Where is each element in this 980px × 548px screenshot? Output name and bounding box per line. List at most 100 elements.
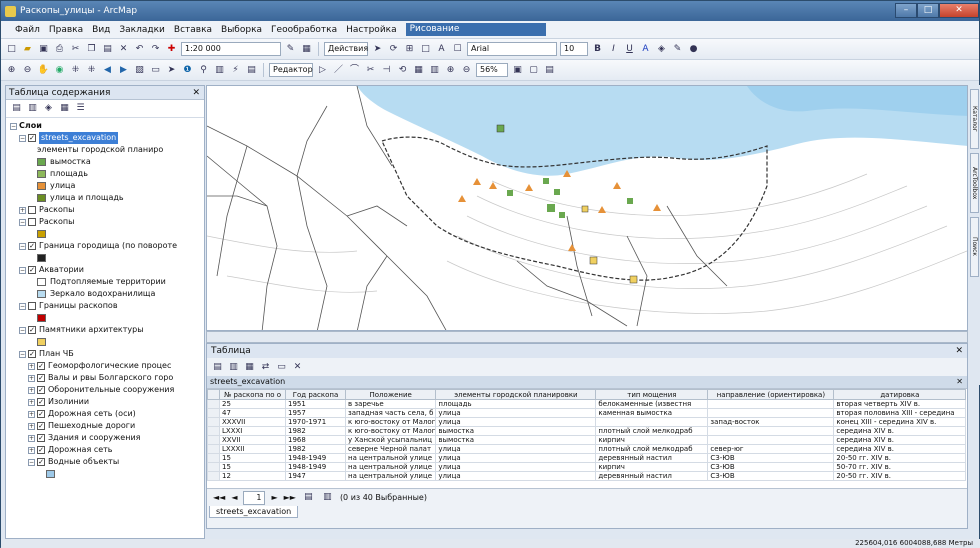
line-color-icon[interactable]: ✎ <box>671 43 684 56</box>
row-selector[interactable] <box>207 399 220 409</box>
toc-layer-item[interactable]: Зеркало водохранилища <box>10 288 204 300</box>
layout-zoom-in-icon[interactable]: ⊕ <box>444 64 457 77</box>
collapse-icon[interactable]: − <box>19 266 26 274</box>
table-options-icon[interactable]: ▤ <box>211 361 224 374</box>
column-header[interactable]: Положение <box>344 389 437 400</box>
toc-layer-item[interactable]: − Раскопы <box>10 216 204 228</box>
layer-visibility-checkbox[interactable]: ✓ <box>37 374 45 382</box>
clear-selection-icon[interactable]: ▭ <box>149 64 162 77</box>
layer-visibility-checkbox[interactable]: ✓ <box>28 242 36 250</box>
toc-layer-item[interactable]: элементы городской планиро <box>10 144 204 156</box>
table-cell[interactable]: у Ханской усыпальниц <box>344 435 437 445</box>
table-cell[interactable]: вторая половина XIII - середина <box>833 408 967 418</box>
table-cell[interactable]: кирпич <box>595 435 709 445</box>
row-selector[interactable] <box>207 426 220 436</box>
table-row[interactable]: LXXXII 1982 северне Черной палат улица плотн… <box>207 444 967 454</box>
layer-visibility-checkbox[interactable]: ✓ <box>37 458 45 466</box>
expand-icon[interactable]: + <box>28 410 35 418</box>
close-button[interactable]: ✕ <box>939 3 979 18</box>
row-selector[interactable] <box>207 435 220 445</box>
table-cell[interactable] <box>707 435 835 445</box>
add-data-icon[interactable]: ✚ <box>165 43 178 56</box>
menu-bookmarks[interactable]: Закладки <box>119 25 165 35</box>
map-canvas[interactable] <box>207 86 968 331</box>
table-cell[interactable]: улица <box>435 471 597 481</box>
next-record-button[interactable]: ► <box>271 493 277 502</box>
table-cell[interactable] <box>707 399 835 409</box>
scale-combo[interactable]: 1:20 000 <box>181 42 281 56</box>
rectangle-icon[interactable]: □ <box>419 43 432 56</box>
zoom-in-icon[interactable]: ⊕ <box>5 64 18 77</box>
list-by-source-icon[interactable]: ▥ <box>26 102 39 115</box>
layout-zoom-out-icon[interactable]: ⊖ <box>460 64 473 77</box>
table-cell[interactable]: 20-50 гг. XIV в. <box>833 453 967 463</box>
draw-actions-menu[interactable]: Действия <box>324 42 368 56</box>
column-header[interactable]: направление (ориентировка) <box>707 389 835 400</box>
layer-visibility-checkbox[interactable]: ✓ <box>37 410 45 418</box>
delete-selected-icon[interactable]: ✕ <box>291 361 304 374</box>
toc-layer-item[interactable] <box>10 336 204 348</box>
html-popup-icon[interactable]: ▤ <box>245 64 258 77</box>
column-header[interactable]: тип мощения <box>595 389 709 400</box>
forward-extent-icon[interactable]: ▶ <box>117 64 130 77</box>
table-cell[interactable]: 1968 <box>285 435 346 445</box>
font-size-combo[interactable]: 10 <box>560 42 588 56</box>
maximize-button[interactable]: □ <box>917 3 939 18</box>
table-cell[interactable]: улица <box>435 462 597 472</box>
table-cell[interactable]: 1948-1949 <box>285 453 346 463</box>
toc-layer-item[interactable] <box>10 228 204 240</box>
table-row[interactable]: 15 1948-1949 на центральной улице улица кирп… <box>207 462 967 472</box>
minimize-button[interactable]: – <box>895 3 917 18</box>
table-cell[interactable]: 1957 <box>285 408 346 418</box>
change-layout-icon[interactable]: ▤ <box>543 64 556 77</box>
toc-layer-item[interactable]: Подтопляемые территории <box>10 276 204 288</box>
table-close-icon[interactable]: ✕ <box>955 344 967 358</box>
toc-layer-item[interactable]: улица и площадь <box>10 192 204 204</box>
menu-geoprocessing[interactable]: Геообработка <box>271 25 337 35</box>
table-cell[interactable]: 1970-1971 <box>285 417 346 427</box>
row-selector[interactable] <box>207 444 220 454</box>
row-selector[interactable] <box>207 462 220 472</box>
toc-layer-item[interactable] <box>10 252 204 264</box>
font-color-icon[interactable]: A <box>639 43 652 56</box>
toc-layer-item[interactable]: − ✓ Граница городища (по повороте <box>10 240 204 252</box>
text-icon[interactable]: A <box>435 43 448 56</box>
collapse-icon[interactable]: − <box>28 458 35 466</box>
layer-visibility-checkbox[interactable] <box>28 206 36 214</box>
layer-visibility-checkbox[interactable]: ✓ <box>28 350 36 358</box>
list-by-selection-icon[interactable]: ▦ <box>58 102 71 115</box>
table-cell[interactable]: к юго-востоку от Малог <box>344 426 437 436</box>
table-cell[interactable]: улица <box>435 444 597 454</box>
font-name-combo[interactable]: Arial <box>467 42 557 56</box>
table-cell[interactable]: улица <box>435 408 597 418</box>
toc-window-icon[interactable]: ▦ <box>300 43 313 56</box>
italic-icon[interactable]: I <box>607 43 620 56</box>
editor-menu[interactable]: Редактор <box>269 63 313 77</box>
toc-layer-item[interactable] <box>10 312 204 324</box>
first-record-button[interactable]: ◄◄ <box>213 493 225 502</box>
collapse-icon[interactable]: − <box>19 302 26 310</box>
toc-layer-item[interactable]: − ✓ Памятники архитектуры <box>10 324 204 336</box>
table-row[interactable]: 12 1947 на центральной улице улица деревянны… <box>207 471 967 481</box>
zoom-page-icon[interactable]: ⊞ <box>403 43 416 56</box>
hyperlink-icon[interactable]: ⚡ <box>229 64 242 77</box>
pan-icon[interactable]: ✋ <box>37 64 50 77</box>
table-cell[interactable]: 25 <box>219 399 286 409</box>
toc-options-icon[interactable]: ☰ <box>74 102 87 115</box>
table-cell[interactable]: XXXVII <box>219 417 286 427</box>
table-cell[interactable]: западная часть села, б <box>344 408 437 418</box>
toc-layer-item[interactable]: − Слои <box>10 120 204 132</box>
identify-icon[interactable]: ❶ <box>181 64 194 77</box>
table-cell[interactable]: 15 <box>219 462 286 472</box>
expand-icon[interactable]: + <box>28 398 35 406</box>
table-cell[interactable] <box>707 426 835 436</box>
table-cell[interactable]: 15 <box>219 453 286 463</box>
table-cell[interactable]: 1948-1949 <box>285 462 346 472</box>
toc-close-icon[interactable]: ✕ <box>192 86 204 99</box>
toc-layer-item[interactable]: − ✓ Водные объекты <box>10 456 204 468</box>
show-all-records-icon[interactable]: ▤ <box>302 491 315 504</box>
table-cell[interactable]: на центральной улице <box>344 462 437 472</box>
show-selected-records-icon[interactable]: ▥ <box>321 491 334 504</box>
zoom-out-icon[interactable]: ⊖ <box>21 64 34 77</box>
map-horizontal-scrollbar[interactable] <box>206 331 968 343</box>
